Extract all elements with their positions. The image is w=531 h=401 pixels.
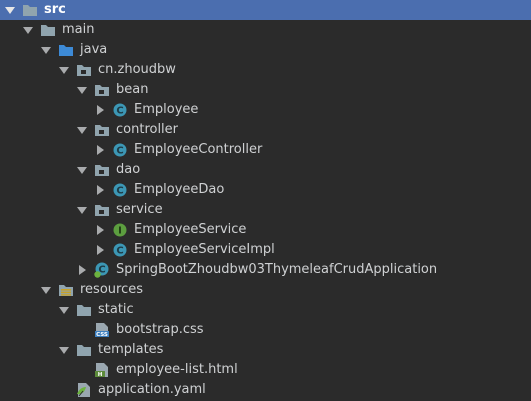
node-label: controller <box>116 122 179 137</box>
node-label: bootstrap.css <box>116 322 204 337</box>
svg-text:H: H <box>98 372 103 378</box>
package-icon <box>94 162 110 178</box>
node-label: employee-list.html <box>116 362 238 377</box>
tree-node-employee-service-impl[interactable]: C EmployeeServiceImpl <box>0 240 531 260</box>
package-icon <box>94 122 110 138</box>
triangle-down-icon[interactable] <box>76 84 88 96</box>
yaml-file-icon <box>76 382 92 398</box>
node-label: EmployeeServiceImpl <box>134 242 275 257</box>
tree-node-templates[interactable]: templates <box>0 340 531 360</box>
tree-node-bootstrap-css[interactable]: CSS bootstrap.css <box>0 320 531 340</box>
triangle-right-icon[interactable] <box>94 244 106 256</box>
node-label: templates <box>98 342 164 357</box>
triangle-down-icon[interactable] <box>76 204 88 216</box>
tree-node-service[interactable]: service <box>0 200 531 220</box>
svg-text:C: C <box>116 106 123 117</box>
triangle-down-icon[interactable] <box>58 344 70 356</box>
tree-node-employee-list-html[interactable]: H employee-list.html <box>0 360 531 380</box>
folder-icon <box>76 342 92 358</box>
triangle-right-icon[interactable] <box>94 224 106 236</box>
triangle-down-icon[interactable] <box>40 284 52 296</box>
node-label: EmployeeDao <box>134 182 225 197</box>
class-c-icon: C <box>112 182 128 198</box>
svg-text:CSS: CSS <box>96 332 108 338</box>
triangle-down-icon[interactable] <box>58 64 70 76</box>
triangle-down-icon[interactable] <box>76 164 88 176</box>
tree-node-package-root[interactable]: cn.zhoudbw <box>0 60 531 80</box>
node-label: EmployeeController <box>134 142 263 157</box>
tree-node-employee-dao[interactable]: C EmployeeDao <box>0 180 531 200</box>
package-icon <box>76 62 92 78</box>
tree-node-main[interactable]: main <box>0 20 531 40</box>
class-c-icon: C <box>112 142 128 158</box>
tree-node-employee-service[interactable]: I EmployeeService <box>0 220 531 240</box>
node-label: bean <box>116 82 149 97</box>
html-file-icon: H <box>94 362 110 378</box>
svg-text:C: C <box>116 246 123 257</box>
tree-node-static[interactable]: static <box>0 300 531 320</box>
spring-boot-class-icon: C <box>94 262 110 278</box>
node-label: static <box>98 302 134 317</box>
svg-text:C: C <box>116 186 123 197</box>
project-tree: src main java cn.zhoudbw bean C Employee… <box>0 0 531 401</box>
node-label: resources <box>80 282 144 297</box>
triangle-right-icon[interactable] <box>76 264 88 276</box>
tree-node-application-yaml[interactable]: application.yaml <box>0 380 531 400</box>
node-label: java <box>80 42 108 57</box>
node-label: cn.zhoudbw <box>98 62 176 77</box>
triangle-right-icon[interactable] <box>94 144 106 156</box>
node-label: service <box>116 202 163 217</box>
class-c-icon: C <box>112 242 128 258</box>
source-folder-icon <box>58 42 74 58</box>
triangle-down-icon[interactable] <box>22 24 34 36</box>
node-label: src <box>44 2 66 17</box>
triangle-down-icon[interactable] <box>58 304 70 316</box>
tree-node-dao[interactable]: dao <box>0 160 531 180</box>
svg-text:I: I <box>118 226 122 237</box>
tree-node-controller[interactable]: controller <box>0 120 531 140</box>
node-label: dao <box>116 162 141 177</box>
tree-node-src[interactable]: src <box>0 0 531 20</box>
node-label: application.yaml <box>98 382 206 397</box>
triangle-down-icon[interactable] <box>4 4 16 16</box>
triangle-down-icon[interactable] <box>40 44 52 56</box>
css-file-icon: CSS <box>94 322 110 338</box>
resources-folder-icon <box>58 282 74 298</box>
package-icon <box>94 82 110 98</box>
class-c-icon: C <box>112 102 128 118</box>
tree-node-application-class[interactable]: C SpringBootZhoudbw03ThymeleafCrudApplic… <box>0 260 531 280</box>
tree-node-bean[interactable]: bean <box>0 80 531 100</box>
folder-icon <box>76 302 92 318</box>
node-label: EmployeeService <box>134 222 247 237</box>
tree-node-java[interactable]: java <box>0 40 531 60</box>
tree-node-employee[interactable]: C Employee <box>0 100 531 120</box>
node-label: Employee <box>134 102 199 117</box>
interface-i-icon: I <box>112 222 128 238</box>
tree-node-employee-controller[interactable]: C EmployeeController <box>0 140 531 160</box>
folder-icon <box>40 22 56 38</box>
triangle-right-icon[interactable] <box>94 104 106 116</box>
node-label: main <box>62 22 95 37</box>
package-icon <box>94 202 110 218</box>
tree-node-resources[interactable]: resources <box>0 280 531 300</box>
node-label: SpringBootZhoudbw03ThymeleafCrudApplicat… <box>116 262 438 277</box>
triangle-down-icon[interactable] <box>76 124 88 136</box>
svg-text:C: C <box>116 146 123 157</box>
triangle-right-icon[interactable] <box>94 184 106 196</box>
folder-icon <box>22 2 38 18</box>
